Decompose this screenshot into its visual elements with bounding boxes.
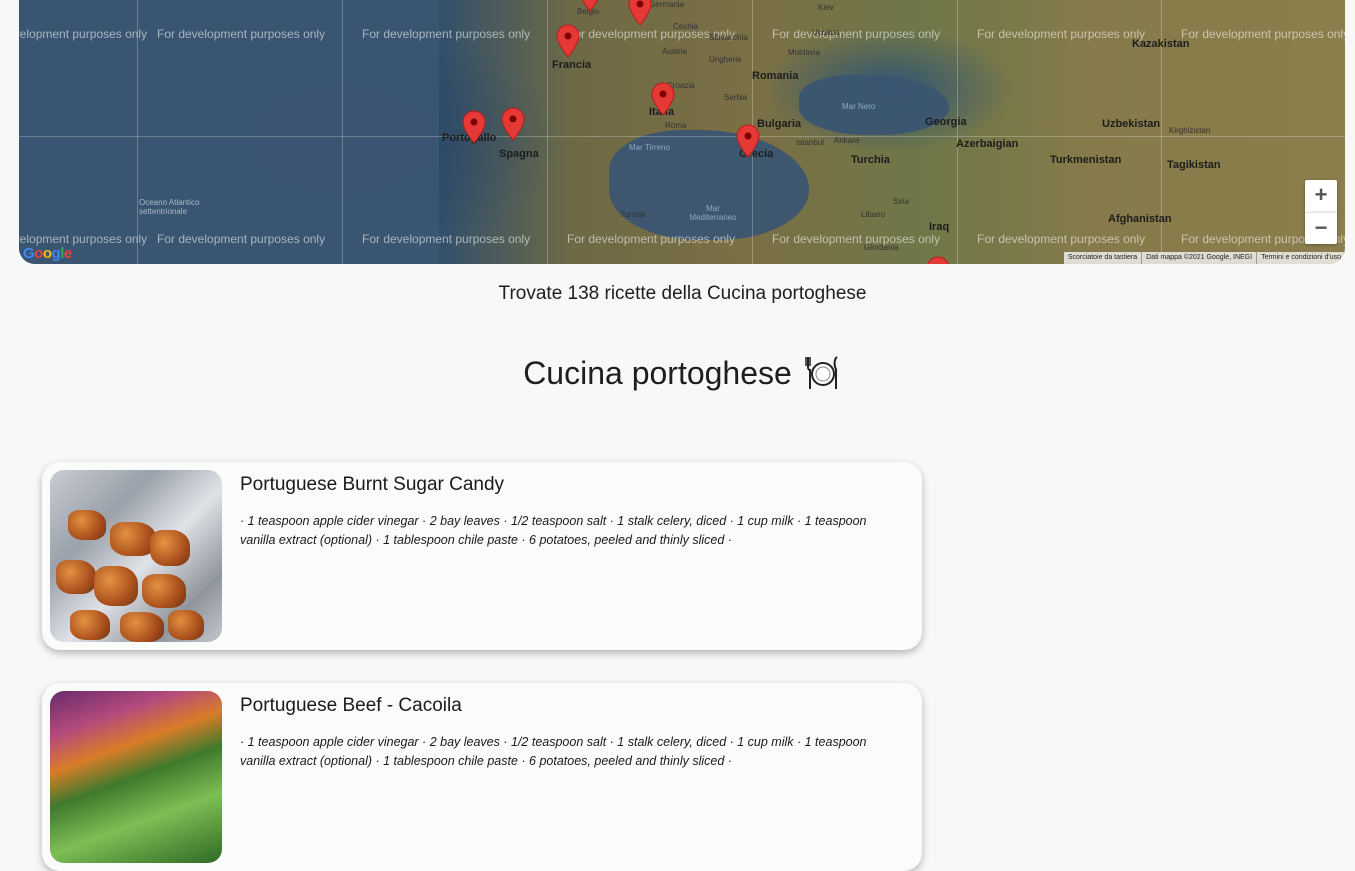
map-label: Mar Tirreno — [629, 143, 670, 152]
map-label: Bulgaria — [757, 118, 802, 130]
dev-watermark: For development purposes only — [772, 27, 941, 41]
map-label: Mar Nero — [842, 102, 876, 111]
map-attribution: Scorciatoie da tastiera Dati mappa ©2021… — [1063, 252, 1345, 264]
map-label: Roma — [665, 121, 687, 130]
map-label: Ucraina — [812, 28, 840, 37]
map-label: Serbia — [724, 93, 748, 102]
fork-knife-plate-icon — [805, 356, 838, 389]
keyboard-shortcuts-link[interactable]: Scorciatoie da tastiera — [1064, 252, 1141, 264]
recipe-ingredients: · 1 teaspoon apple cider vinegar · 2 bay… — [240, 735, 867, 768]
map-label: Siria — [893, 197, 910, 206]
dev-watermark: For development purposes only — [362, 27, 531, 41]
dev-watermark: For development purposes only — [362, 232, 531, 246]
map-label: Cechia — [673, 22, 698, 31]
map-label: Iraq — [929, 221, 950, 233]
map-label: Moldavia — [788, 48, 821, 57]
map-label: Tagikistan — [1167, 159, 1221, 171]
map-label: Kazakistan — [1132, 38, 1190, 50]
recipe-map[interactable]: For development purposes only For develo… — [19, 0, 1345, 264]
map-marker-icon[interactable] — [651, 82, 675, 116]
recipe-title[interactable]: Portuguese Beef - Cacoila — [240, 695, 462, 717]
map-marker-icon[interactable] — [556, 24, 580, 58]
grid-line — [957, 0, 958, 264]
map-data-text: Dati mappa ©2021 Google, INEGI — [1141, 252, 1256, 264]
google-logo[interactable]: Google — [23, 245, 72, 262]
recipe-card[interactable]: Portuguese Burnt Sugar Candy · 1 teaspoo… — [42, 462, 922, 650]
dev-watermark: For development purposes only — [977, 232, 1146, 246]
terms-link[interactable]: Termini e condizioni d'uso — [1256, 252, 1345, 264]
dev-watermark: For development purposes only — [1181, 27, 1345, 41]
map-label: Mar Mediterraneo — [689, 204, 737, 222]
map-label: Francia — [552, 59, 592, 71]
recipe-image[interactable] — [50, 470, 222, 642]
map-label: Germania — [649, 0, 685, 9]
zoom-in-button[interactable]: + — [1305, 180, 1337, 212]
map-marker-icon[interactable] — [926, 256, 950, 264]
page-title: Cucina portoghese — [0, 354, 1355, 392]
dev-watermark: For development purposes only — [772, 232, 941, 246]
map-marker-icon[interactable] — [501, 107, 525, 141]
dev-watermark: For development purposes only — [19, 232, 148, 246]
map-label: Kirghizistan — [1169, 126, 1211, 135]
map-label: Istanbul — [796, 138, 825, 147]
map-label: Azerbaigian — [956, 138, 1019, 150]
map-label: Tunisia — [620, 210, 646, 219]
grid-line — [19, 136, 1345, 137]
map-label: Spagna — [499, 148, 539, 160]
map-label: Libano — [861, 210, 886, 219]
recipe-image[interactable] — [50, 691, 222, 863]
dev-watermark: For development purposes only — [157, 27, 326, 41]
map-marker-icon[interactable] — [578, 0, 602, 12]
map-label: Afghanistan — [1108, 213, 1172, 225]
map-label: Ankara — [834, 136, 860, 145]
page-title-text: Cucina portoghese — [523, 354, 792, 391]
dev-watermark: For development purposes only — [567, 232, 736, 246]
map-label: Turkmenistan — [1050, 154, 1122, 166]
map-label: Ungheria — [709, 55, 742, 64]
map-label: Austria — [662, 47, 687, 56]
map-label: Oceano Atlantico settentrionale — [139, 198, 200, 216]
recipe-ingredients: · 1 teaspoon apple cider vinegar · 2 bay… — [240, 514, 867, 547]
dev-watermark: For development purposes only — [977, 27, 1146, 41]
map-label: Turchia — [851, 154, 890, 166]
map-label: Uzbekistan — [1102, 118, 1161, 130]
map-marker-icon[interactable] — [462, 110, 486, 144]
map-marker-icon[interactable] — [628, 0, 652, 26]
map-label: Kiev — [818, 3, 834, 12]
dev-watermark: For development purposes only — [19, 27, 148, 41]
grid-line — [342, 0, 343, 264]
map-label: Georgia — [925, 116, 967, 128]
results-count: Trovate 138 ricette della Cucina portogh… — [498, 283, 867, 304]
grid-line — [547, 0, 548, 264]
dev-watermark: For development purposes only — [157, 232, 326, 246]
map-label: Slovacchia — [709, 33, 748, 42]
zoom-out-button[interactable]: − — [1305, 212, 1337, 244]
map-marker-icon[interactable] — [736, 124, 760, 158]
recipe-card[interactable]: Portuguese Beef - Cacoila · 1 teaspoon a… — [42, 683, 922, 871]
map-label: Romania — [752, 70, 799, 82]
recipe-title[interactable]: Portuguese Burnt Sugar Candy — [240, 474, 504, 496]
map-label: Giordania — [864, 243, 899, 252]
